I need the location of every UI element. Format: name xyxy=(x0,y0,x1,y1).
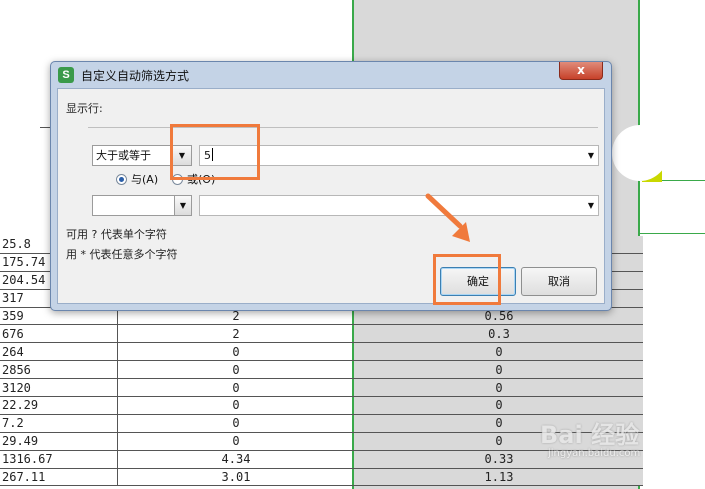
watermark-logo: Bai 经验 xyxy=(540,421,640,449)
table-cell[interactable]: 0 xyxy=(354,360,643,380)
wildcard-single-hint: 可用 ? 代表单个字符 xyxy=(66,228,167,241)
table-row[interactable]: 676 2 0.3 xyxy=(0,324,643,344)
overlay-circle xyxy=(612,125,668,181)
baidu-watermark: Bai 经验 jingyan.baidu.com xyxy=(540,415,680,475)
table-cell[interactable]: 3120 xyxy=(0,378,118,398)
condition2-operator-select[interactable]: ▼ xyxy=(92,195,192,216)
table-row[interactable]: 3120 0 0 xyxy=(0,378,643,398)
table-cell[interactable]: 2856 xyxy=(0,360,118,380)
annotation-highlight-box xyxy=(433,254,501,305)
annotation-highlight-box xyxy=(170,124,260,180)
table-cell[interactable]: 0.3 xyxy=(354,324,643,344)
radio-selected-icon xyxy=(116,174,127,185)
grid-line xyxy=(640,233,705,234)
table-cell[interactable]: 7.2 xyxy=(0,414,118,433)
table-cell[interactable]: 2 xyxy=(117,324,355,344)
table-row[interactable]: 22.29 0 0 xyxy=(0,396,643,415)
watermark-url: jingyan.baidu.com xyxy=(548,448,641,459)
table-cell[interactable]: 0 xyxy=(117,378,355,398)
divider xyxy=(88,127,598,128)
table-cell[interactable]: 0 xyxy=(354,342,643,362)
wps-logo-icon: S xyxy=(58,67,74,83)
table-cell[interactable]: 0 xyxy=(117,396,355,415)
title-bar[interactable]: S 自定义自动筛选方式 x xyxy=(51,62,611,88)
dialog-body: 显示行: 大于或等于 ▼ 5 ▼ 与(A) 或(O) ▼ ▼ 可用 ? 代表单个… xyxy=(57,88,605,304)
condition2-value-input[interactable]: ▼ xyxy=(199,195,599,216)
condition1-operator-value: 大于或等于 xyxy=(96,149,151,162)
table-cell[interactable]: 1316.67 xyxy=(0,450,118,469)
and-radio-label: 与(A) xyxy=(131,173,159,186)
table-cell[interactable]: 0 xyxy=(117,432,355,451)
and-radio[interactable]: 与(A) xyxy=(116,173,158,187)
annotation-arrow-icon xyxy=(425,193,470,242)
wildcard-multi-hint: 用 * 代表任意多个字符 xyxy=(66,248,178,261)
show-rows-label: 显示行: xyxy=(66,102,103,115)
custom-autofilter-dialog: S 自定义自动筛选方式 x 显示行: 大于或等于 ▼ 5 ▼ 与(A) 或(O)… xyxy=(50,61,612,311)
table-cell[interactable]: 0 xyxy=(117,360,355,380)
table-cell[interactable]: 29.49 xyxy=(0,432,118,451)
chevron-down-icon[interactable]: ▼ xyxy=(588,196,594,215)
table-row[interactable]: 264 0 0 xyxy=(0,342,643,362)
table-cell[interactable]: 0 xyxy=(117,414,355,433)
table-cell[interactable]: 22.29 xyxy=(0,396,118,415)
table-cell[interactable]: 267.11 xyxy=(0,468,118,487)
table-cell[interactable]: 4.34 xyxy=(117,450,355,469)
table-cell[interactable]: 3.01 xyxy=(117,468,355,487)
chevron-down-icon[interactable]: ▼ xyxy=(174,196,191,215)
table-cell[interactable]: 676 xyxy=(0,324,118,344)
dialog-title: 自定义自动筛选方式 xyxy=(81,69,190,83)
table-cell[interactable]: 264 xyxy=(0,342,118,362)
table-cell[interactable]: 0 xyxy=(117,342,355,362)
table-cell[interactable]: 0 xyxy=(354,396,643,415)
table-row[interactable]: 2856 0 0 xyxy=(0,360,643,380)
table-cell[interactable]: 0 xyxy=(354,378,643,398)
close-button[interactable]: x xyxy=(559,62,603,80)
chevron-down-icon[interactable]: ▼ xyxy=(588,146,594,165)
cancel-button[interactable]: 取消 xyxy=(521,267,597,296)
